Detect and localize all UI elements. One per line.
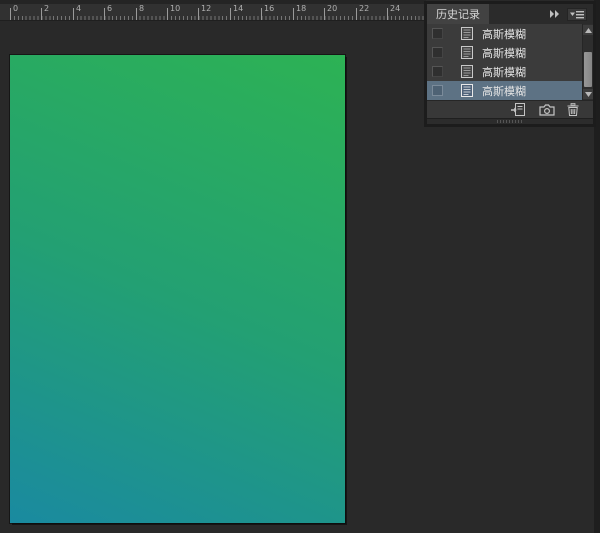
horizontal-ruler[interactable]: 0 2 4 6 8 10 12 14 16 18 20 22 24 [0, 0, 426, 21]
scroll-up-arrow-icon[interactable] [583, 25, 593, 35]
ruler-tick: 4 [73, 8, 74, 20]
history-state-label: 高斯模糊 [482, 64, 526, 80]
history-state-row[interactable]: 高斯模糊 [427, 62, 582, 81]
history-state-label: 高斯模糊 [482, 83, 526, 99]
history-state-row[interactable]: 高斯模糊 [427, 24, 582, 43]
ruler-tick: 10 [167, 8, 168, 20]
history-state-row-selected[interactable]: 高斯模糊 [427, 81, 582, 100]
ruler-tick: 14 [230, 8, 231, 20]
ruler-tick: 12 [198, 8, 199, 20]
history-brush-source-well[interactable] [432, 85, 443, 96]
ruler-tick: 0 [10, 8, 11, 20]
ruler-tick: 6 [104, 8, 105, 20]
history-state-document-icon [461, 27, 473, 40]
history-brush-source-well[interactable] [432, 66, 443, 77]
history-state-row[interactable]: 高斯模糊 [427, 43, 582, 62]
ruler-tick: 16 [261, 8, 262, 20]
ruler-tick: 18 [293, 8, 294, 20]
document-canvas[interactable] [10, 55, 345, 523]
history-state-document-icon [461, 46, 473, 59]
ruler-tick: 2 [41, 8, 42, 20]
window-edge [594, 0, 600, 533]
history-brush-source-well[interactable] [432, 28, 443, 39]
history-panel-header: 历史记录 [427, 4, 593, 24]
ruler-tick: 20 [324, 8, 325, 20]
double-right-arrows-icon[interactable] [549, 10, 560, 18]
history-state-label: 高斯模糊 [482, 45, 526, 61]
history-panel: 历史记录 高斯模糊 [427, 4, 593, 124]
camera-snapshot-icon[interactable] [539, 104, 555, 116]
history-brush-source-well[interactable] [432, 47, 443, 58]
ruler-tick: 22 [356, 8, 357, 20]
resize-grip-icon [497, 120, 523, 123]
history-panel-title: 历史记录 [436, 6, 480, 22]
history-panel-footer [427, 100, 593, 118]
history-state-document-icon [461, 84, 473, 97]
panel-menu-icon[interactable] [567, 8, 587, 21]
trash-icon[interactable] [567, 103, 579, 116]
ruler-tick: 24 [387, 8, 388, 20]
panel-resize-handle[interactable] [427, 118, 593, 124]
ruler-tick: 8 [136, 8, 137, 20]
tab-history[interactable]: 历史记录 [427, 4, 489, 24]
history-state-document-icon [461, 65, 473, 78]
new-document-from-state-icon[interactable] [511, 103, 527, 117]
scrollbar-thumb[interactable] [584, 52, 592, 87]
history-state-label: 高斯模糊 [482, 26, 526, 42]
photoshop-workspace: 0 2 4 6 8 10 12 14 16 18 20 22 24 历史记录 [0, 0, 600, 533]
history-list: 高斯模糊 高斯模糊 高斯模糊 [427, 24, 593, 100]
scroll-down-arrow-icon[interactable] [583, 89, 593, 99]
history-scrollbar[interactable] [582, 24, 593, 100]
